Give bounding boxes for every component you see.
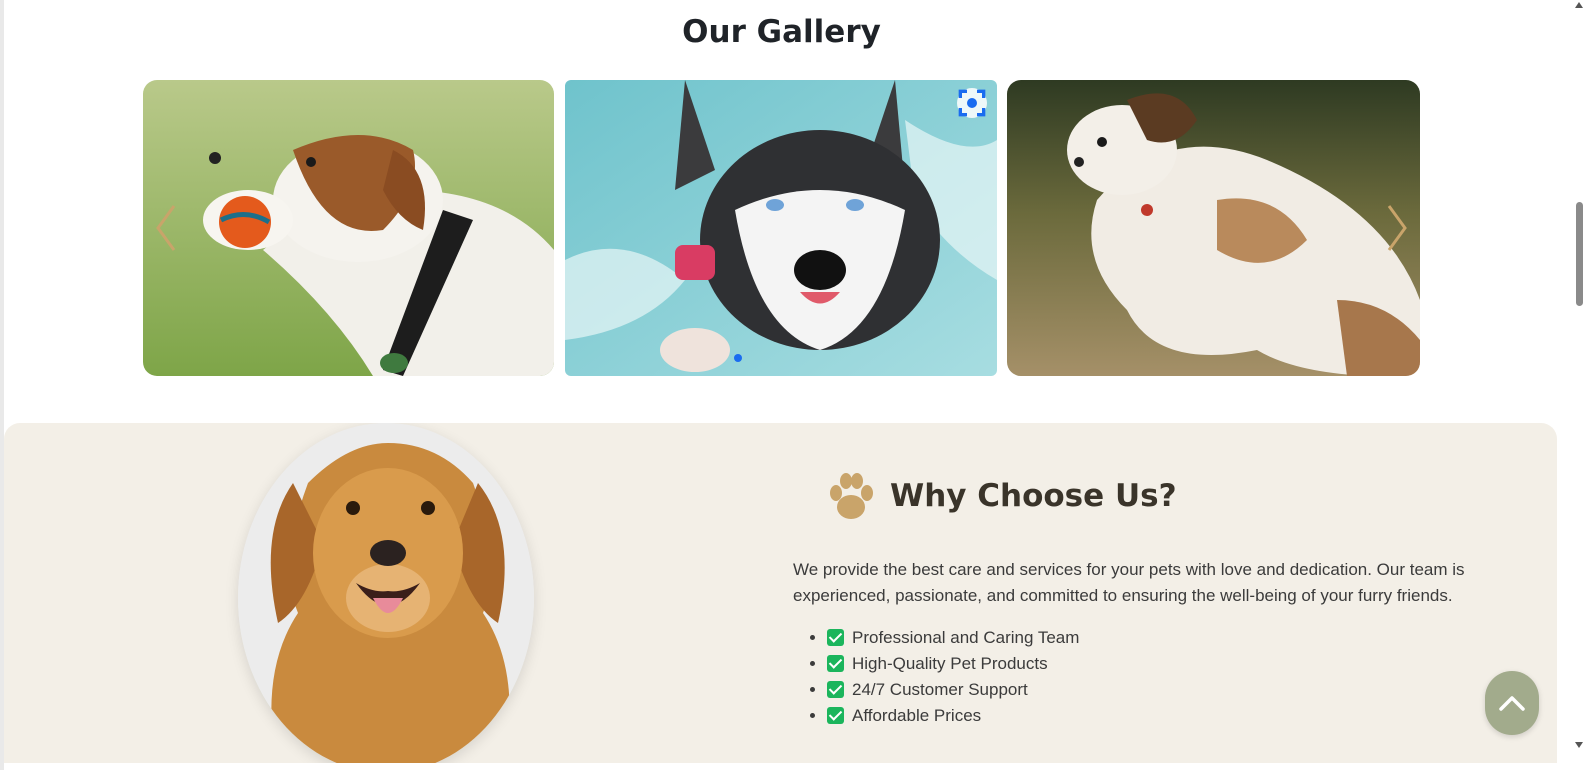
shih-tzu-photo [1007, 80, 1420, 376]
chevron-right-icon [1387, 205, 1407, 251]
why-description: We provide the best care and services fo… [793, 560, 1465, 605]
check-icon [827, 681, 844, 698]
golden-retriever-image [238, 423, 534, 763]
list-item: Affordable Prices [827, 703, 1079, 729]
why-title: Why Choose Us? [890, 478, 1177, 514]
feature-label: 24/7 Customer Support [852, 680, 1028, 699]
scroll-down-arrow-icon[interactable] [1575, 742, 1583, 748]
golden-retriever-photo [238, 423, 534, 763]
chevron-up-icon [1499, 696, 1525, 711]
paw-icon [830, 473, 873, 519]
feature-label: Professional and Caring Team [852, 628, 1080, 647]
list-item: 24/7 Customer Support [827, 677, 1079, 703]
gallery-slide-beagle[interactable] [143, 80, 554, 376]
gallery-carousel[interactable] [143, 80, 1420, 376]
scroll-up-arrow-icon[interactable] [1575, 2, 1583, 8]
gallery-title: Our Gallery [682, 14, 881, 50]
chevron-left-icon [156, 205, 176, 251]
why-heading: Why Choose Us? [826, 471, 1177, 521]
carousel-next-button[interactable] [1382, 202, 1412, 254]
gallery-slide-shih-tzu[interactable] [1007, 80, 1420, 376]
check-icon [827, 629, 844, 646]
gallery-slide-husky[interactable] [565, 80, 997, 376]
feature-list: Professional and Caring Team High-Qualit… [793, 625, 1079, 729]
beagle-photo [143, 80, 554, 376]
check-icon [827, 655, 844, 672]
carousel-dot-active[interactable] [734, 354, 742, 362]
why-choose-us-section: Why Choose Us? We provide the best care … [4, 423, 1557, 763]
list-item: Professional and Caring Team [827, 625, 1079, 651]
visual-search-icon[interactable] [957, 88, 987, 118]
feature-label: Affordable Prices [852, 706, 982, 725]
carousel-prev-button[interactable] [151, 202, 181, 254]
list-item: High-Quality Pet Products [827, 651, 1079, 677]
husky-photo [565, 80, 997, 376]
carousel-dots [734, 354, 742, 362]
feature-label: High-Quality Pet Products [852, 654, 1048, 673]
scrollbar-thumb[interactable] [1576, 202, 1583, 306]
page-scrollbar[interactable] [1563, 0, 1591, 770]
check-icon [827, 707, 844, 724]
back-to-top-button[interactable] [1485, 671, 1539, 735]
